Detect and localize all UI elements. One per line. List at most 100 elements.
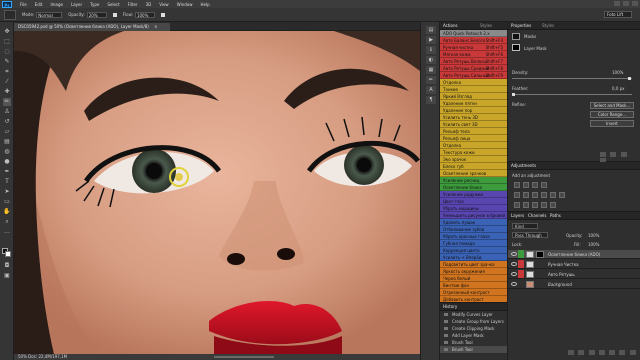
paths-tab[interactable]: Paths <box>550 212 561 220</box>
lasso-tool-icon[interactable]: ◌ <box>3 48 11 56</box>
menu-filter[interactable]: Filter <box>128 2 138 7</box>
adjustments-panel-title[interactable]: Adjustments <box>511 163 536 168</box>
eyedropper-tool-icon[interactable]: ⁄ <box>3 78 11 86</box>
brightness-contrast-icon[interactable] <box>514 182 520 188</box>
brush-panel-icon[interactable]: ✏ <box>426 76 436 84</box>
eraser-tool-icon[interactable]: ▱ <box>3 128 11 136</box>
layer-row[interactable]: Ручная Чистка <box>508 260 640 269</box>
quick-select-tool-icon[interactable]: ✎ <box>3 58 11 66</box>
action-item[interactable]: Усилить + Вперёд <box>440 254 507 261</box>
action-item[interactable]: Авто Ретушь Сильный Shift+F9 <box>440 72 507 79</box>
history-panel-icon[interactable]: ▤ <box>426 26 436 34</box>
action-item[interactable]: Авто Баланс Белого Shift+F4 <box>440 37 507 44</box>
action-item[interactable]: Усиление ресниц <box>440 177 507 184</box>
action-item[interactable]: Подсветить цвет зрачка <box>440 261 507 268</box>
feather-value[interactable]: 0,0 px <box>612 86 625 91</box>
invert-button[interactable]: Invert <box>590 120 634 127</box>
history-state[interactable]: Create Clipping Mask <box>440 325 507 332</box>
workspace-select[interactable]: Foto Lift <box>604 11 632 18</box>
action-item[interactable]: Авто Ретушь Волосы Shift+F7 <box>440 58 507 65</box>
visibility-eye-icon[interactable] <box>511 252 517 256</box>
action-item[interactable]: Удалить пушок <box>440 219 507 226</box>
apply-mask-icon[interactable] <box>610 152 617 157</box>
close-button[interactable] <box>632 1 638 6</box>
action-item[interactable]: Уменьшить рисунок в бровей <box>440 212 507 219</box>
history-brush-tool-icon[interactable]: ↺ <box>3 118 11 126</box>
path-select-tool-icon[interactable]: ➤ <box>3 188 11 196</box>
black-white-icon[interactable] <box>541 192 547 198</box>
menu-help[interactable]: Help <box>200 2 209 7</box>
action-item[interactable]: Усилить свет 3D <box>440 121 507 128</box>
properties-panel-title[interactable]: Properties <box>511 23 531 28</box>
delete-layer-icon[interactable] <box>629 350 636 355</box>
history-state[interactable]: Add Layer Mask <box>440 332 507 339</box>
action-item[interactable]: Яркий Взгляд <box>440 93 507 100</box>
info-panel-icon[interactable]: ℹ <box>426 46 436 54</box>
hand-tool-icon[interactable]: ✋ <box>3 208 11 216</box>
load-selection-icon[interactable] <box>600 152 606 157</box>
styles-tab[interactable]: Styles <box>480 22 492 30</box>
menu-layer[interactable]: Layer <box>71 2 82 7</box>
posterize-icon[interactable] <box>523 202 529 208</box>
dodge-tool-icon[interactable]: ● <box>3 158 11 166</box>
brush-tool-icon[interactable]: ✏ <box>3 98 11 106</box>
action-item[interactable]: Отрезанный контраст <box>440 289 507 296</box>
move-tool-icon[interactable]: ✥ <box>3 28 11 36</box>
action-item[interactable]: Винтаж фон <box>440 282 507 289</box>
action-item[interactable]: Авто Ретушь Средний Shift+F8 <box>440 65 507 72</box>
menu-image[interactable]: Image <box>50 2 63 7</box>
channel-mixer-icon[interactable] <box>559 192 565 198</box>
menu-window[interactable]: Window <box>177 2 193 7</box>
action-item[interactable]: Эко зрачок <box>440 156 507 163</box>
gradient-map-icon[interactable] <box>541 202 547 208</box>
action-item[interactable]: Рельеф лица <box>440 135 507 142</box>
paragraph-panel-icon[interactable]: ¶ <box>426 96 436 104</box>
layer-mask-thumbnail[interactable] <box>536 251 544 258</box>
action-item[interactable]: ADO Quick Retouch 2.x <box>440 30 507 37</box>
more-tools-icon[interactable]: … <box>3 228 11 236</box>
crop-tool-icon[interactable]: ⌗ <box>3 68 11 76</box>
density-slider-thumb[interactable] <box>628 77 631 80</box>
screen-mode-icon[interactable]: ▣ <box>3 272 11 280</box>
character-panel-icon[interactable]: A <box>426 86 436 94</box>
action-item[interactable]: Коррекция цвета <box>440 247 507 254</box>
pressure-opacity-toggle[interactable] <box>112 12 117 17</box>
actions-panel-icon[interactable]: ▶ <box>426 36 436 44</box>
exposure-icon[interactable] <box>541 182 547 188</box>
clone-stamp-tool-icon[interactable]: ♙ <box>3 108 11 116</box>
action-item[interactable]: Усилить тень 3D <box>440 114 507 121</box>
airbrush-toggle[interactable] <box>160 12 165 17</box>
action-item[interactable]: Текстура кожи <box>440 149 507 156</box>
blur-tool-icon[interactable]: ◍ <box>3 148 11 156</box>
opacity-field[interactable]: 20% <box>86 11 107 18</box>
action-item[interactable]: Блеск губ <box>440 163 507 170</box>
gradient-tool-icon[interactable]: ▤ <box>3 138 11 146</box>
action-item[interactable]: Цвет глаз <box>440 198 507 205</box>
visibility-eye-icon[interactable] <box>511 262 517 266</box>
layer-row[interactable]: Осветление блика (ADO) <box>508 250 640 259</box>
action-item[interactable]: Отбеливание зубов <box>440 226 507 233</box>
layer-style-icon[interactable] <box>578 350 585 355</box>
new-group-icon[interactable] <box>609 350 616 355</box>
action-item[interactable]: Удаление пор <box>440 107 507 114</box>
action-item[interactable]: Черно белый <box>440 275 507 282</box>
selective-color-icon[interactable] <box>550 202 556 208</box>
color-balance-icon[interactable] <box>532 192 538 198</box>
type-tool-icon[interactable]: T <box>3 178 11 186</box>
horizontal-scrollbar[interactable] <box>214 356 274 358</box>
menu-file[interactable]: File <box>20 2 27 7</box>
layer-mask-icon[interactable] <box>512 44 520 51</box>
action-item[interactable]: Убрать красные глаза <box>440 233 507 240</box>
menu-view[interactable]: View <box>159 2 169 7</box>
levels-icon[interactable] <box>523 182 529 188</box>
vibrance-icon[interactable] <box>514 192 520 198</box>
minimize-button[interactable] <box>614 1 620 6</box>
curves-icon[interactable] <box>532 182 538 188</box>
quick-mask-icon[interactable]: ◘ <box>3 262 11 270</box>
close-tab-icon[interactable]: × <box>154 24 157 29</box>
history-state[interactable]: Modify Curves Layer <box>440 311 507 318</box>
history-state[interactable]: Brush Tool <box>440 339 507 346</box>
action-item[interactable]: Удаление пятен <box>440 100 507 107</box>
new-adjustment-icon[interactable] <box>598 350 605 355</box>
action-item[interactable]: Яркость окружения <box>440 268 507 275</box>
